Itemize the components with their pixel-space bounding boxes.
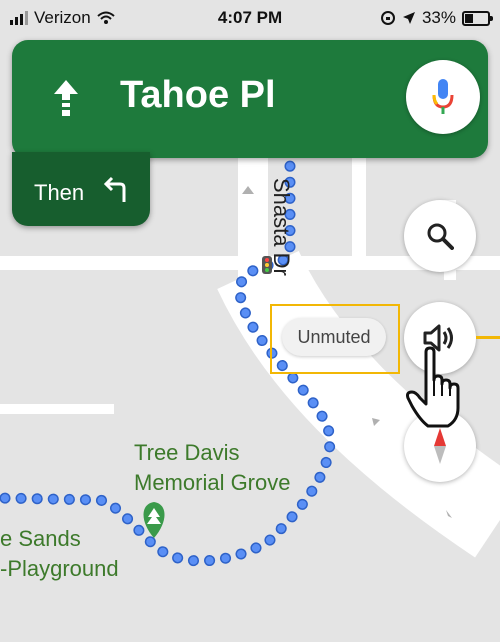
arrow-up-icon xyxy=(54,80,78,116)
highlight-line xyxy=(476,336,500,339)
hand-pointer-icon xyxy=(406,346,460,428)
location-arrow-icon xyxy=(402,12,415,24)
navigation-banner[interactable]: Tahoe Pl xyxy=(12,40,488,158)
battery-icon xyxy=(462,10,493,26)
status-bar: Verizon 4:07 PM 33% xyxy=(0,0,500,36)
search-button[interactable] xyxy=(404,200,476,272)
next-street-name: Tahoe Pl xyxy=(120,74,276,116)
poi-label-tree-davis[interactable]: Tree Davis Memorial Grove xyxy=(134,438,290,498)
poi-label-playground[interactable]: e Sands -Playground xyxy=(0,524,119,584)
rotation-lock-icon xyxy=(380,11,395,25)
mic-icon xyxy=(432,79,454,114)
then-label: Then xyxy=(34,180,85,205)
voice-search-button[interactable] xyxy=(406,60,480,134)
battery-percent: 33% xyxy=(421,8,456,27)
compass-icon xyxy=(434,428,446,464)
street-label-shasta: Shasta Dr xyxy=(269,178,294,276)
then-maneuver-card[interactable]: Then xyxy=(12,152,150,226)
turn-left-icon xyxy=(103,176,126,202)
unmuted-tooltip: Unmuted xyxy=(282,318,386,356)
search-icon xyxy=(427,223,454,250)
